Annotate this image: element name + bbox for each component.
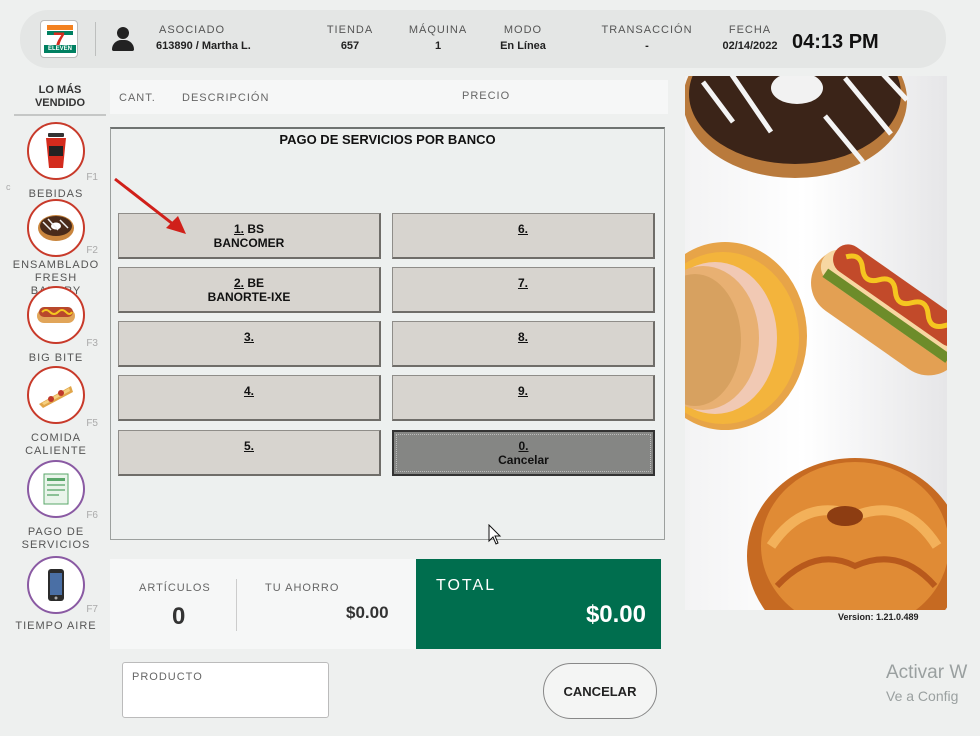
phone-icon <box>27 556 85 614</box>
bank-services-panel: PAGO DE SERVICIOS POR BANCO 1. BS BANCOM… <box>110 127 665 540</box>
windows-activation-watermark: Activar W Ve a Config <box>886 662 968 704</box>
transaction-field: TRANSACCIÓN - <box>596 24 698 52</box>
red-arrow-annotation <box>114 177 186 234</box>
date-label: FECHA <box>728 24 772 36</box>
totals-summary: ARTÍCULOS 0 TU AHORRO $0.00 <box>110 559 416 649</box>
header-bar: 7 ELEVEN ASOCIADO 613890 / Martha L. TIE… <box>20 10 946 68</box>
mouse-cursor-icon <box>488 524 502 545</box>
col-price: PRECIO <box>462 90 511 102</box>
best-sellers-title: LO MÁS VENDIDO <box>34 84 86 109</box>
items-label: ARTÍCULOS <box>139 582 211 594</box>
bank-option-9[interactable]: 9. <box>392 375 655 421</box>
total-value: $0.00 <box>585 601 646 628</box>
mode-field: MODO En Línea <box>486 24 560 52</box>
pizza-icon <box>27 366 85 424</box>
transaction-value: - <box>645 40 649 52</box>
clock: 04:13 PM <box>792 31 879 53</box>
machine-label: MÁQUINA <box>408 24 468 36</box>
cancel-button[interactable]: CANCELAR <box>543 663 657 719</box>
totals-divider <box>236 579 237 631</box>
category-label: PAGO DE SERVICIOS <box>21 526 91 551</box>
user-icon <box>110 24 136 54</box>
seven-eleven-logo: 7 ELEVEN <box>40 20 78 58</box>
savings-label: TU AHORRO <box>265 582 340 594</box>
items-count: 0 <box>172 603 186 630</box>
date-field: FECHA 02/14/2022 <box>716 24 784 52</box>
associate-field: ASOCIADO 613890 / Martha L. <box>156 24 251 52</box>
associate-value: 613890 / Martha L. <box>156 40 251 52</box>
mode-label: MODO <box>503 24 543 36</box>
bank-option-3[interactable]: 3. <box>118 321 381 367</box>
item-table-header: CANT. DESCRIPCIÓN PRECIO <box>110 80 668 114</box>
date-value: 02/14/2022 <box>722 40 778 52</box>
promo-food-image <box>685 76 947 610</box>
logo-word: ELEVEN <box>44 45 76 53</box>
hotdog-icon <box>27 286 85 344</box>
version-label: Version: 1.21.0.489 <box>838 612 919 622</box>
savings-value: $0.00 <box>346 603 389 622</box>
panel-title: PAGO DE SERVICIOS POR BANCO <box>279 132 496 147</box>
transaction-label: TRANSACCIÓN <box>601 24 693 36</box>
bank-option-8[interactable]: 8. <box>392 321 655 367</box>
bank-option-4[interactable]: 4. <box>118 375 381 421</box>
total-label: TOTAL <box>436 577 497 594</box>
machine-value: 1 <box>434 40 442 52</box>
category-label: COMIDA CALIENTE <box>25 432 87 457</box>
bank-option-6[interactable]: 6. <box>392 213 655 259</box>
category-comida-caliente[interactable]: F5 COMIDA CALIENTE <box>8 366 104 458</box>
category-bebidas[interactable]: F1 BEBIDAS <box>8 122 104 201</box>
col-qty: CANT. <box>119 92 156 104</box>
fkey: F1 <box>86 172 98 183</box>
store-label: TIENDA <box>326 24 374 36</box>
category-fresh-bakery[interactable]: F2 ENSAMBLADO FRESH BAKERY <box>8 199 104 298</box>
total-panel: TOTAL $0.00 <box>416 559 661 649</box>
fkey: F7 <box>86 604 98 615</box>
bank-option-2[interactable]: 2. BE BANORTE-IXE <box>118 267 381 313</box>
associate-label: ASOCIADO <box>159 24 226 36</box>
col-description: DESCRIPCIÓN <box>182 92 270 104</box>
product-input[interactable]: PRODUCTO <box>122 662 329 718</box>
fkey: F2 <box>86 245 98 256</box>
fkey: F5 <box>86 418 98 429</box>
bank-option-cancel[interactable]: 0. Cancelar <box>392 430 655 476</box>
rail-divider <box>14 114 106 116</box>
machine-field: MÁQUINA 1 <box>400 24 476 52</box>
store-value: 657 <box>340 40 360 52</box>
fkey: F3 <box>86 338 98 349</box>
product-label: PRODUCTO <box>132 671 203 683</box>
donut-icon <box>27 199 85 257</box>
category-label: TIEMPO AIRE <box>15 620 97 632</box>
category-tiempo-aire[interactable]: F7 TIEMPO AIRE <box>8 556 104 633</box>
header-divider <box>95 22 96 56</box>
fkey: F6 <box>86 510 98 521</box>
mode-value: En Línea <box>500 40 546 52</box>
receipt-icon <box>27 460 85 518</box>
category-label: BIG BITE <box>28 352 84 364</box>
category-pago-servicios[interactable]: F6 PAGO DE SERVICIOS <box>8 460 104 552</box>
cup-icon <box>27 122 85 180</box>
category-big-bite[interactable]: F3 BIG BITE <box>8 286 104 365</box>
store-field: TIENDA 657 <box>320 24 380 52</box>
bank-option-5[interactable]: 5. <box>118 430 381 476</box>
bank-option-7[interactable]: 7. <box>392 267 655 313</box>
